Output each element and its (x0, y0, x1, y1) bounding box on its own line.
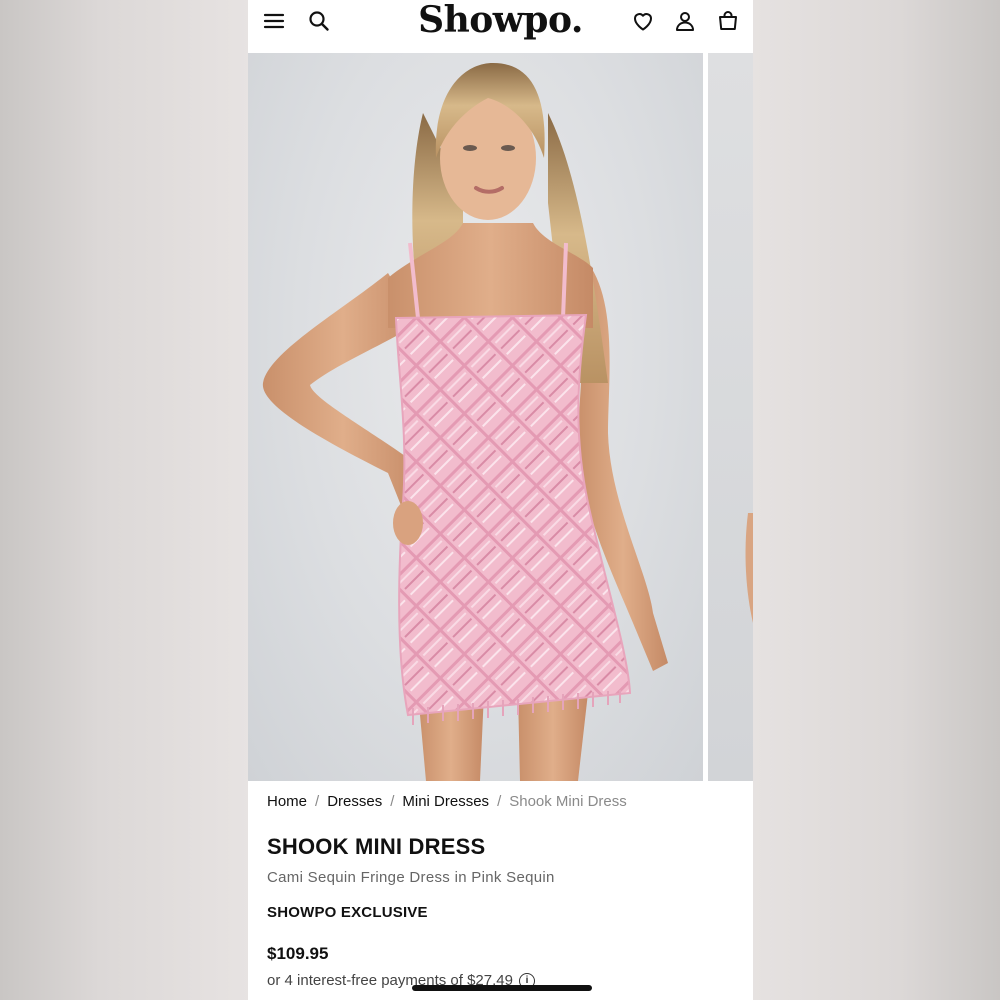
product-details: Home / Dresses / Mini Dresses / Shook Mini Dre… (267, 790, 737, 989)
breadcrumb: Home / Dresses / Mini Dresses / Shook Mini Dre… (267, 790, 737, 814)
breadcrumb-dresses[interactable]: Dresses (327, 793, 382, 810)
breadcrumb-separator: / (390, 793, 395, 810)
exclusive-badge: SHOWPO EXCLUSIVE (267, 904, 428, 921)
model-wearing-dress-image (262, 63, 668, 781)
bag-icon[interactable] (714, 7, 742, 35)
product-subtitle: Cami Sequin Fringe Dress in Pink Sequin (267, 869, 555, 886)
product-image-gallery[interactable] (248, 53, 753, 781)
site-header: Showpo. (248, 0, 753, 53)
breadcrumb-separator: / (315, 793, 320, 810)
breadcrumb-separator: / (497, 793, 502, 810)
product-image-main[interactable] (248, 53, 703, 781)
breadcrumb-mini-dresses[interactable]: Mini Dresses (402, 793, 489, 810)
account-icon[interactable] (671, 7, 699, 35)
product-image-next[interactable] (708, 53, 753, 781)
product-page: Showpo. Home / Dresses / Mini Dresses / … (248, 0, 753, 1000)
breadcrumb-current: Shook Mini Dress (509, 793, 627, 810)
next-image-preview (745, 513, 753, 623)
wishlist-heart-icon[interactable] (629, 7, 657, 35)
product-price: $109.95 (267, 944, 329, 963)
home-indicator-bar (412, 985, 592, 991)
breadcrumb-home[interactable]: Home (267, 793, 307, 810)
product-title: SHOOK MINI DRESS (267, 834, 486, 859)
